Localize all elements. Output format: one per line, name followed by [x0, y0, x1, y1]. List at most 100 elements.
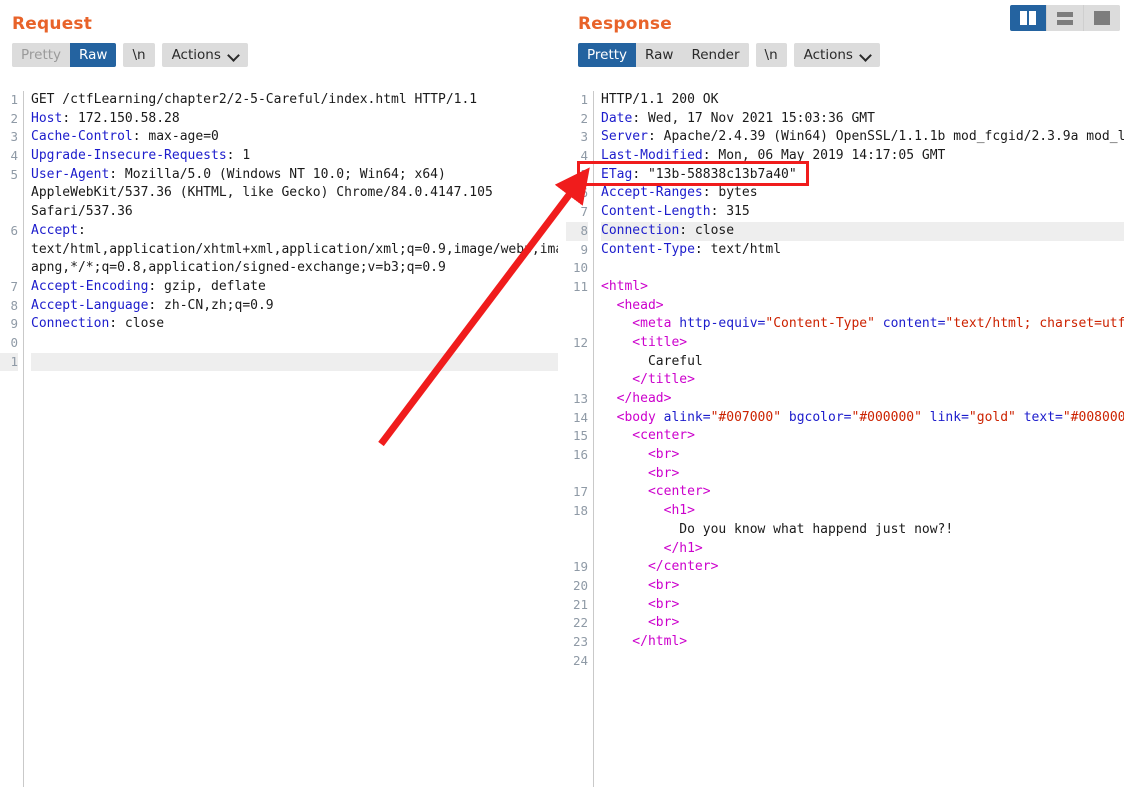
request-actions-button[interactable]: Actions	[161, 43, 248, 67]
code-token: "gold"	[968, 409, 1016, 425]
code-line[interactable]: <br>	[601, 577, 1124, 596]
code-token: "#000000"	[851, 409, 922, 425]
line-number: 8	[10, 297, 18, 313]
request-editor[interactable]: 1 2 3 4 5 6 7 8 9 0 1 GET /ctfLearning/chapter2/…	[0, 91, 558, 787]
code-line[interactable]	[601, 259, 1124, 278]
layout-toggle-group[interactable]	[1010, 5, 1120, 31]
code-line[interactable]: Content-Length: 315	[601, 203, 1124, 222]
line-number: 2	[580, 110, 588, 126]
code-line[interactable]: <body alink="#007000" bgcolor="#000000" …	[601, 409, 1124, 428]
code-line[interactable]: Host: 172.150.58.28	[31, 110, 558, 129]
code-token: Server	[601, 129, 648, 145]
code-line[interactable]	[601, 652, 1124, 671]
code-line[interactable]: Upgrade-Insecure-Requests: 1	[31, 147, 558, 166]
line-number: 4	[580, 148, 588, 164]
code-line[interactable]	[31, 352, 558, 372]
code-line[interactable]: Connection: close	[601, 221, 1124, 241]
code-line[interactable]: Date: Wed, 17 Nov 2021 15:03:36 GMT	[601, 110, 1124, 129]
response-toolbar: Pretty Raw Render \n Actions	[566, 34, 1124, 68]
request-tab-pretty[interactable]: Pretty	[12, 43, 71, 67]
code-token: : Mozilla/5.0 (Windows NT 10.0; Win64; x…	[109, 166, 446, 182]
response-view-mode-group[interactable]: Pretty Raw Render	[578, 43, 749, 67]
code-line[interactable]: Do you know what happend just now?!	[601, 521, 1124, 540]
code-token: Cache-Control	[31, 129, 133, 145]
response-pane: Response Pretty Raw Render \n Actions 12…	[566, 0, 1124, 787]
code-line[interactable]: <head>	[601, 297, 1124, 316]
split-rows-icon	[1057, 11, 1073, 25]
code-line[interactable]: <center>	[601, 427, 1124, 446]
stacked-layout-button[interactable]	[1047, 5, 1084, 31]
code-line[interactable]: <meta http-equiv="Content-Type" content=…	[601, 315, 1124, 334]
code-token: content=	[874, 316, 946, 332]
response-tab-pretty[interactable]: Pretty	[578, 43, 637, 67]
code-line[interactable]: GET /ctfLearning/chapter2/2-5-Careful/in…	[31, 91, 558, 110]
code-token: Content-Type	[601, 241, 695, 257]
response-newline-button[interactable]: \n	[755, 43, 787, 67]
split-columns-icon	[1020, 11, 1036, 25]
code-line[interactable]: Last-Modified: Mon, 06 May 2019 14:17:05…	[601, 147, 1124, 166]
code-token: link=	[921, 409, 969, 425]
request-code-area[interactable]: GET /ctfLearning/chapter2/2-5-Careful/in…	[24, 91, 558, 787]
code-line[interactable]: Careful	[601, 353, 1124, 372]
code-line[interactable]: Accept:	[31, 222, 558, 241]
code-line[interactable]: Connection: close	[31, 315, 558, 334]
code-line[interactable]: Accept-Language: zh-CN,zh;q=0.9	[31, 297, 558, 316]
code-token: : close	[679, 222, 735, 238]
code-line[interactable]: User-Agent: Mozilla/5.0 (Windows NT 10.0…	[31, 166, 558, 185]
code-line[interactable]: <html>	[601, 278, 1124, 297]
code-token: <body	[601, 409, 664, 425]
line-number: 1	[10, 92, 18, 107]
line-number	[566, 297, 588, 316]
code-line[interactable]: <title>	[601, 334, 1124, 353]
line-number: 5	[10, 166, 18, 182]
request-toolbar: Pretty Raw \n Actions	[0, 34, 558, 68]
chevron-down-icon	[229, 51, 238, 60]
code-token: : max-age=0	[132, 129, 219, 145]
request-tab-raw[interactable]: Raw	[70, 43, 117, 67]
code-line[interactable]: </center>	[601, 558, 1124, 577]
request-newline-button[interactable]: \n	[123, 43, 155, 67]
code-line[interactable]: <h1>	[601, 502, 1124, 521]
code-line[interactable]: Accept-Encoding: gzip, deflate	[31, 278, 558, 297]
code-line[interactable]: text/html,application/xhtml+xml,applicat…	[31, 241, 558, 260]
response-code-area[interactable]: HTTP/1.1 200 OK Date: Wed, 17 Nov 2021 15…	[594, 91, 1124, 787]
code-line[interactable]: </title>	[601, 371, 1124, 390]
code-token: <center>	[601, 428, 695, 444]
code-line[interactable]: apng,*/*;q=0.8,application/signed-exchan…	[31, 259, 558, 278]
code-line[interactable]: AppleWebKit/537.36 (KHTML, like Gecko) C…	[31, 184, 558, 203]
code-line[interactable]: </head>	[601, 390, 1124, 409]
code-token: Accept-Language	[31, 297, 149, 313]
code-line[interactable]: <center>	[601, 483, 1124, 502]
response-actions-button[interactable]: Actions	[793, 43, 880, 67]
code-line[interactable]: HTTP/1.1 200 OK	[601, 91, 1124, 110]
single-pane-layout-button[interactable]	[1084, 5, 1120, 31]
line-number	[566, 465, 588, 484]
code-line[interactable]: <br>	[601, 446, 1124, 465]
line-number: 16	[572, 447, 588, 463]
code-line[interactable]: <br>	[601, 614, 1124, 633]
code-token: "text/html; charset=utf-	[945, 316, 1124, 332]
code-line[interactable]: Safari/537.36	[31, 203, 558, 222]
response-tab-render[interactable]: Render	[682, 43, 749, 67]
code-line[interactable]: <br>	[601, 465, 1124, 484]
code-token: : gzip, deflate	[148, 278, 266, 294]
code-line[interactable]	[31, 334, 558, 353]
code-token: GET /ctfLearning/chapter2/2-5-Careful/in…	[31, 92, 478, 107]
response-tab-raw[interactable]: Raw	[636, 43, 683, 67]
code-line[interactable]: Server: Apache/2.4.39 (Win64) OpenSSL/1.…	[601, 128, 1124, 147]
request-view-mode-group[interactable]: Pretty Raw	[12, 43, 117, 67]
code-line[interactable]: <br>	[601, 596, 1124, 615]
single-pane-icon	[1094, 11, 1110, 25]
code-line[interactable]: </h1>	[601, 540, 1124, 559]
code-line[interactable]: </html>	[601, 633, 1124, 652]
code-line[interactable]: Accept-Ranges: bytes	[601, 184, 1124, 203]
pane-divider[interactable]	[558, 0, 566, 787]
code-token: </h1>	[601, 540, 703, 556]
side-by-side-layout-button[interactable]	[1010, 5, 1047, 31]
code-line[interactable]: Content-Type: text/html	[601, 241, 1124, 260]
line-number: 20	[572, 577, 588, 593]
response-editor[interactable]: 1 2 3 4 5 6 7 8 9 10 11 12 13 14 15 16 17 18 19 20 21 22 2…	[566, 91, 1124, 787]
code-line[interactable]: ETag: "13b-58838c13b7a40"	[601, 166, 1124, 185]
code-token: alink=	[663, 409, 711, 425]
code-line[interactable]: Cache-Control: max-age=0	[31, 128, 558, 147]
